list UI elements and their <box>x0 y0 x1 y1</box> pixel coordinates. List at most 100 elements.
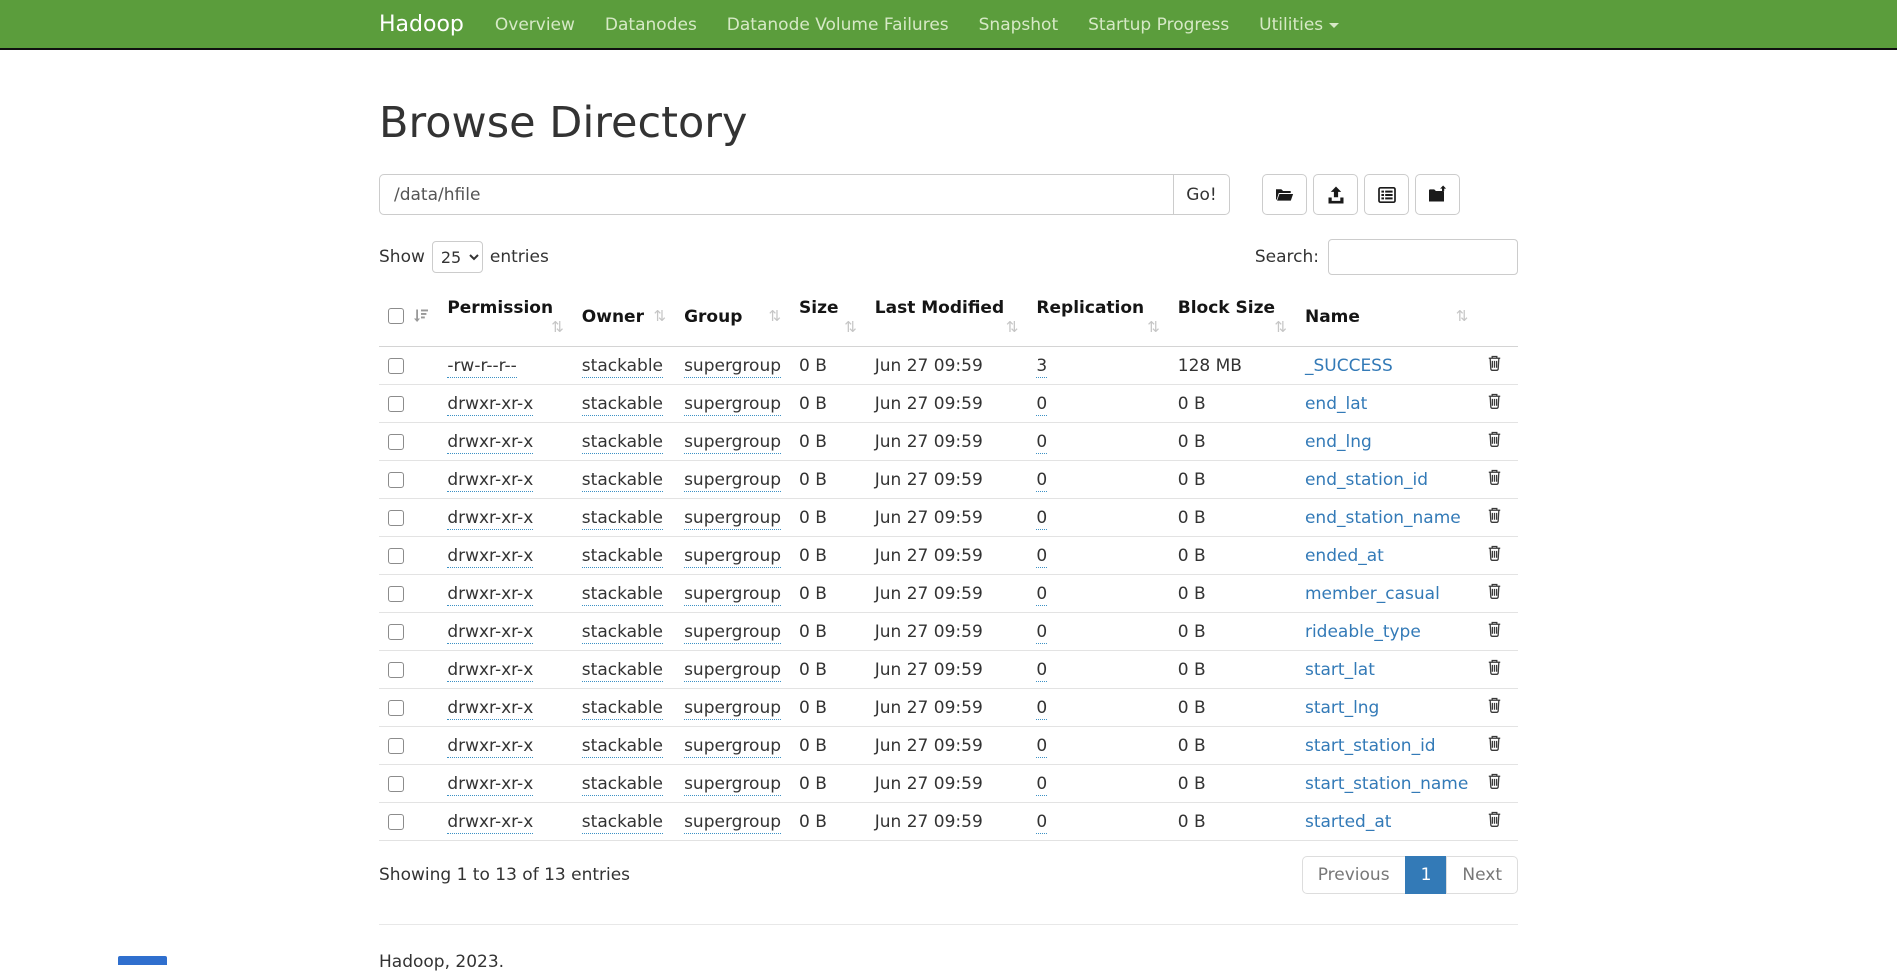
file-name-link[interactable]: member_casual <box>1305 584 1440 604</box>
header-size[interactable]: Size⇅ <box>790 288 866 347</box>
brand-link[interactable]: Hadoop <box>379 0 464 50</box>
owner-value[interactable]: stackable <box>582 622 663 644</box>
pagination-previous[interactable]: Previous <box>1302 856 1406 894</box>
group-value[interactable]: supergroup <box>684 774 781 796</box>
nav-item-snapshot[interactable]: Snapshot <box>964 0 1073 50</box>
row-checkbox[interactable] <box>388 434 404 450</box>
owner-value[interactable]: stackable <box>582 356 663 378</box>
delete-button[interactable] <box>1486 582 1503 600</box>
row-checkbox[interactable] <box>388 814 404 830</box>
path-input[interactable] <box>379 174 1174 215</box>
file-name-link[interactable]: end_station_name <box>1305 508 1461 528</box>
folder-open-button[interactable] <box>1262 174 1307 215</box>
owner-value[interactable]: stackable <box>582 698 663 720</box>
delete-button[interactable] <box>1486 544 1503 562</box>
row-checkbox[interactable] <box>388 548 404 564</box>
upload-button[interactable] <box>1313 174 1358 215</box>
replication-value[interactable]: 0 <box>1036 622 1047 644</box>
group-value[interactable]: supergroup <box>684 622 781 644</box>
file-name-link[interactable]: rideable_type <box>1305 622 1421 642</box>
group-value[interactable]: supergroup <box>684 432 781 454</box>
replication-value[interactable]: 0 <box>1036 812 1047 834</box>
row-checkbox[interactable] <box>388 472 404 488</box>
row-checkbox[interactable] <box>388 776 404 792</box>
replication-value[interactable]: 0 <box>1036 508 1047 530</box>
file-name-link[interactable]: started_at <box>1305 812 1391 832</box>
group-value[interactable]: supergroup <box>684 698 781 720</box>
replication-value[interactable]: 0 <box>1036 774 1047 796</box>
file-name-link[interactable]: start_lng <box>1305 698 1379 718</box>
nav-item-utilities[interactable]: Utilities <box>1244 0 1354 50</box>
sort-icon[interactable]: ⇅ <box>1006 318 1019 336</box>
delete-button[interactable] <box>1486 506 1503 524</box>
owner-value[interactable]: stackable <box>582 432 663 454</box>
delete-button[interactable] <box>1486 810 1503 828</box>
owner-value[interactable]: stackable <box>582 660 663 682</box>
owner-value[interactable]: stackable <box>582 812 663 834</box>
nav-item-startup-progress[interactable]: Startup Progress <box>1073 0 1244 50</box>
permission-value[interactable]: drwxr-xr-x <box>447 470 533 492</box>
sort-icon[interactable]: ⇅ <box>1147 318 1160 336</box>
header-owner[interactable]: Owner⇅ <box>573 288 675 347</box>
pagination-next[interactable]: Next <box>1446 856 1518 894</box>
permission-value[interactable]: drwxr-xr-x <box>447 584 533 606</box>
file-name-link[interactable]: end_lat <box>1305 394 1367 414</box>
permission-value[interactable]: drwxr-xr-x <box>447 622 533 644</box>
delete-button[interactable] <box>1486 734 1503 752</box>
sort-amount-asc-icon[interactable] <box>412 307 429 329</box>
file-name-link[interactable]: end_station_id <box>1305 470 1428 490</box>
nav-item-datanode-volume-failures[interactable]: Datanode Volume Failures <box>712 0 964 50</box>
replication-value[interactable]: 0 <box>1036 584 1047 606</box>
delete-button[interactable] <box>1486 392 1503 410</box>
group-value[interactable]: supergroup <box>684 546 781 568</box>
sort-icon[interactable]: ⇅ <box>1456 307 1469 325</box>
nav-item-overview[interactable]: Overview <box>480 0 590 50</box>
replication-value[interactable]: 0 <box>1036 432 1047 454</box>
file-name-link[interactable]: start_station_name <box>1305 774 1468 794</box>
owner-value[interactable]: stackable <box>582 546 663 568</box>
delete-button[interactable] <box>1486 354 1503 372</box>
permission-value[interactable]: drwxr-xr-x <box>447 698 533 720</box>
row-checkbox[interactable] <box>388 662 404 678</box>
sort-icon[interactable]: ⇅ <box>654 307 667 325</box>
permission-value[interactable]: -rw-r--r-- <box>447 356 517 378</box>
delete-button[interactable] <box>1486 772 1503 790</box>
file-name-link[interactable]: ended_at <box>1305 546 1384 566</box>
group-value[interactable]: supergroup <box>684 508 781 530</box>
header-name[interactable]: Name⇅ <box>1296 288 1477 347</box>
row-checkbox[interactable] <box>388 586 404 602</box>
owner-value[interactable]: stackable <box>582 470 663 492</box>
replication-value[interactable]: 0 <box>1036 736 1047 758</box>
file-name-link[interactable]: _SUCCESS <box>1305 356 1393 376</box>
group-value[interactable]: supergroup <box>684 736 781 758</box>
row-checkbox[interactable] <box>388 624 404 640</box>
replication-value[interactable]: 0 <box>1036 394 1047 416</box>
pagination-page-1[interactable]: 1 <box>1405 856 1448 894</box>
permission-value[interactable]: drwxr-xr-x <box>447 736 533 758</box>
sort-icon[interactable]: ⇅ <box>551 318 564 336</box>
owner-value[interactable]: stackable <box>582 774 663 796</box>
owner-value[interactable]: stackable <box>582 508 663 530</box>
replication-value[interactable]: 0 <box>1036 470 1047 492</box>
delete-button[interactable] <box>1486 430 1503 448</box>
group-value[interactable]: supergroup <box>684 470 781 492</box>
search-input[interactable] <box>1328 239 1518 275</box>
owner-value[interactable]: stackable <box>582 736 663 758</box>
permission-value[interactable]: drwxr-xr-x <box>447 812 533 834</box>
replication-value[interactable]: 0 <box>1036 660 1047 682</box>
file-name-link[interactable]: start_station_id <box>1305 736 1436 756</box>
sort-icon[interactable]: ⇅ <box>1274 318 1287 336</box>
row-checkbox[interactable] <box>388 396 404 412</box>
file-name-link[interactable]: end_lng <box>1305 432 1372 452</box>
group-value[interactable]: supergroup <box>684 812 781 834</box>
delete-button[interactable] <box>1486 620 1503 638</box>
owner-value[interactable]: stackable <box>582 394 663 416</box>
select-all-checkbox[interactable] <box>388 308 404 324</box>
group-value[interactable]: supergroup <box>684 356 781 378</box>
header-permission[interactable]: Permission⇅ <box>438 288 572 347</box>
permission-value[interactable]: drwxr-xr-x <box>447 774 533 796</box>
file-name-link[interactable]: start_lat <box>1305 660 1375 680</box>
page-size-select[interactable]: 25 <box>432 241 483 273</box>
permission-value[interactable]: drwxr-xr-x <box>447 394 533 416</box>
header-group[interactable]: Group⇅ <box>675 288 790 347</box>
